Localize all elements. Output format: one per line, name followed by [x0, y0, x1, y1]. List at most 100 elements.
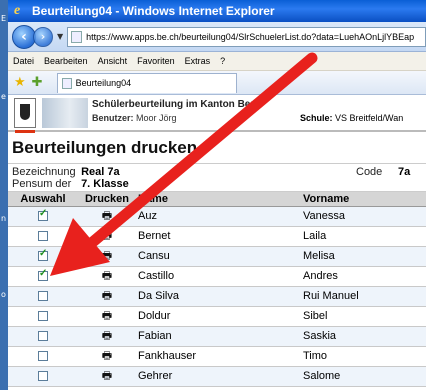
- app-school: Schule: VS Breitfeld/Wan: [300, 113, 403, 123]
- menu-extras[interactable]: Extras: [180, 56, 216, 66]
- table-row[interactable]: 🖶 Da Silva Rui Manuel: [8, 286, 426, 307]
- select-checkbox[interactable]: [38, 371, 48, 382]
- printer-icon[interactable]: 🖶: [102, 290, 112, 302]
- user-label: Benutzer:: [92, 113, 134, 123]
- drucken-cell: 🖶: [78, 366, 136, 387]
- history-dropdown-icon[interactable]: ▼: [57, 32, 63, 41]
- printer-icon[interactable]: 🖶: [102, 230, 112, 242]
- tab-page-icon: [61, 77, 72, 89]
- menu-bearbeiten[interactable]: Bearbeiten: [39, 56, 93, 66]
- name-cell: Castillo: [136, 266, 301, 287]
- table-row[interactable]: 🖶 Fankhauser Timo: [8, 346, 426, 367]
- name-cell: Fankhauser: [136, 346, 301, 367]
- vorname-cell: Melisa: [301, 246, 426, 267]
- printer-icon[interactable]: 🖶: [102, 270, 112, 282]
- drucken-cell: 🖶: [78, 326, 136, 347]
- tab-title: Beurteilung04: [75, 78, 132, 88]
- auswahl-cell: [8, 226, 78, 247]
- drucken-cell: 🖶: [78, 246, 136, 267]
- auswahl-cell: [8, 366, 78, 387]
- name-cell: Doldur: [136, 306, 301, 327]
- name-cell: Fabian: [136, 326, 301, 347]
- auswahl-cell: [8, 306, 78, 327]
- pensum-row: Pensum der 7. Klasse: [12, 178, 129, 190]
- table-row[interactable]: 🖶 AuzVanessa: [8, 206, 426, 227]
- drucken-cell: 🖶: [78, 306, 136, 327]
- user-value: Moor Jörg: [136, 113, 177, 123]
- table-row[interactable]: 🖶 Fabian Saskia: [8, 326, 426, 347]
- menu-bar: Datei Bearbeiten Ansicht Favoriten Extra…: [8, 52, 426, 71]
- printer-icon[interactable]: 🖶: [102, 210, 112, 222]
- page-title: Beurteilungen drucken: [8, 132, 426, 164]
- canton-bern-logo: [14, 98, 36, 133]
- vorname-cell: Rui Manuel: [301, 286, 426, 307]
- menu-ansicht[interactable]: Ansicht: [93, 56, 133, 66]
- select-checkbox[interactable]: [38, 311, 48, 322]
- menu-help[interactable]: ?: [215, 56, 230, 66]
- table-row[interactable]: 🖶 CastilloAndres: [8, 266, 426, 287]
- favorites-bar: ★ ✚ Beurteilung04: [8, 71, 426, 95]
- vorname-cell: Laila: [301, 226, 426, 247]
- desktop-label: o: [1, 290, 6, 299]
- select-checkbox[interactable]: [38, 351, 48, 362]
- bezeichnung-value: Real 7a: [81, 166, 120, 178]
- code-label: Code: [356, 166, 383, 178]
- name-cell: Gehrer: [136, 366, 301, 387]
- menu-datei[interactable]: Datei: [8, 56, 39, 66]
- printer-icon[interactable]: 🖶: [102, 350, 112, 362]
- vorname-cell: Saskia: [301, 326, 426, 347]
- drucken-cell: 🖶: [78, 206, 136, 227]
- select-checkbox[interactable]: [38, 268, 48, 282]
- select-checkbox[interactable]: [38, 331, 48, 342]
- vorname-cell: Salome: [301, 366, 426, 387]
- favorites-star-icon[interactable]: ★: [14, 75, 26, 90]
- name-cell: Bernet: [136, 226, 301, 247]
- app-user: Benutzer: Moor Jörg: [92, 113, 177, 123]
- forward-button[interactable]: ›: [33, 26, 53, 47]
- add-favorite-icon[interactable]: ✚: [32, 75, 43, 90]
- table-row[interactable]: 🖶 Bernet Laila: [8, 226, 426, 247]
- drucken-cell: 🖶: [78, 346, 136, 367]
- table-row[interactable]: 🖶 Gehrer Salome: [8, 366, 426, 387]
- auswahl-cell: [8, 246, 78, 267]
- bezeichnung-label: Bezeichnung: [12, 166, 76, 178]
- header-auswahl[interactable]: Auswahl: [8, 192, 78, 207]
- vorname-cell: Andres: [301, 266, 426, 287]
- school-label: Schule:: [300, 113, 333, 123]
- desktop-label: n: [1, 214, 7, 223]
- auswahl-cell: [8, 206, 78, 227]
- app-header: Schülerbeurteilung im Kanton Bern Benutz…: [8, 96, 426, 133]
- table-row[interactable]: 🖶 Doldur Sibel: [8, 306, 426, 327]
- table-row[interactable]: 🖶 CansuMelisa: [8, 246, 426, 267]
- header-vorname[interactable]: Vorname: [301, 192, 426, 207]
- desktop-label: e: [1, 92, 6, 101]
- printer-icon[interactable]: 🖶: [102, 370, 112, 382]
- select-checkbox[interactable]: [38, 208, 48, 222]
- header-drucken[interactable]: Drucken: [78, 192, 136, 207]
- drucken-cell: 🖶: [78, 226, 136, 247]
- page-icon: [71, 30, 83, 43]
- printer-icon[interactable]: 🖶: [102, 310, 112, 322]
- address-text: https://www.apps.be.ch/beurteilung04/Slr…: [86, 31, 415, 42]
- ie-logo-icon: e: [14, 3, 21, 18]
- drucken-cell: 🖶: [78, 266, 136, 287]
- bezeichnung-row: Bezeichnung Real 7a: [12, 166, 120, 178]
- vorname-cell: Timo: [301, 346, 426, 367]
- auswahl-cell: [8, 266, 78, 287]
- browser-tab[interactable]: Beurteilung04: [56, 72, 237, 93]
- drucken-cell: 🖶: [78, 286, 136, 307]
- select-checkbox[interactable]: [38, 248, 48, 262]
- header-name[interactable]: Name: [136, 192, 301, 207]
- select-checkbox[interactable]: [38, 291, 48, 302]
- desktop-strip: E e n o: [0, 0, 8, 390]
- menu-favoriten[interactable]: Favoriten: [132, 56, 180, 66]
- auswahl-cell: [8, 346, 78, 367]
- name-cell: Cansu: [136, 246, 301, 267]
- window-titlebar[interactable]: e Beurteilung04 - Windows Internet Explo…: [8, 0, 426, 22]
- browser-window: e Beurteilung04 - Windows Internet Explo…: [8, 0, 426, 390]
- address-bar[interactable]: https://www.apps.be.ch/beurteilung04/Slr…: [67, 26, 426, 47]
- printer-icon[interactable]: 🖶: [102, 330, 112, 342]
- printer-icon[interactable]: 🖶: [102, 250, 112, 262]
- select-checkbox[interactable]: [38, 231, 48, 242]
- pensum-label: Pensum der: [12, 178, 72, 190]
